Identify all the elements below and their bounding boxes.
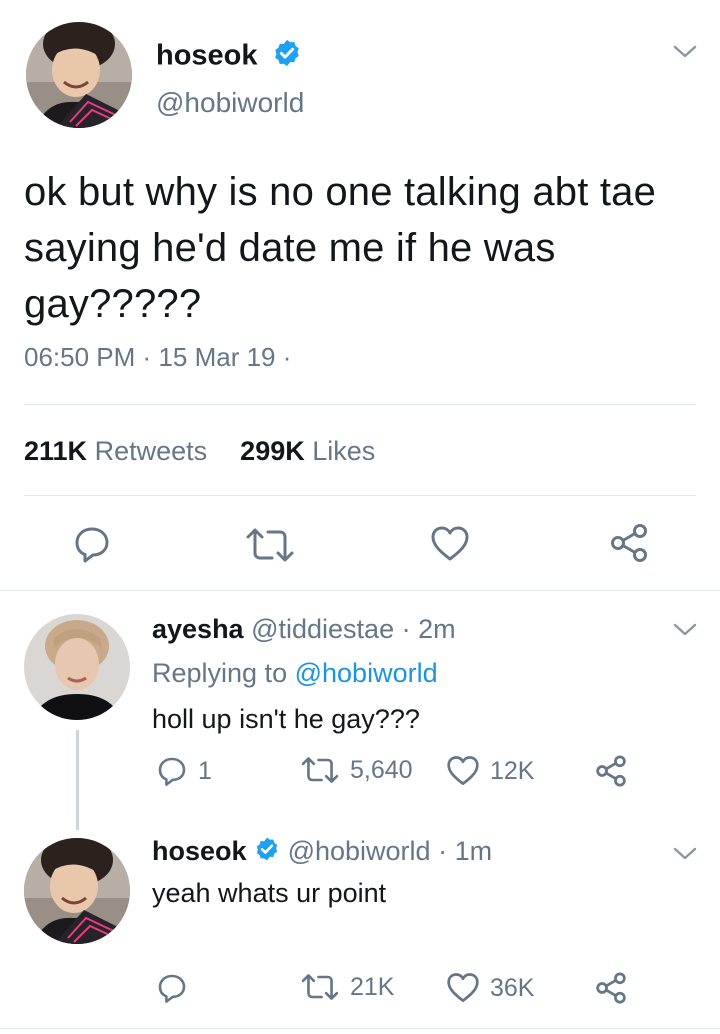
retweet-icon[interactable] — [244, 527, 296, 563]
replying-to-label: Replying to — [152, 658, 288, 688]
avatar-ayesha[interactable] — [24, 614, 130, 720]
avatar-hoseok[interactable] — [26, 22, 132, 128]
author-name-text[interactable]: hoseok — [156, 40, 258, 72]
chevron-down-icon[interactable] — [672, 846, 698, 862]
retweet-icon — [301, 757, 339, 783]
reply-icon — [158, 974, 186, 1003]
verified-icon — [272, 38, 302, 76]
divider — [24, 495, 696, 496]
retweet-action[interactable]: 5,640 — [300, 755, 413, 785]
reply-author-handle[interactable]: @tiddiestae — [251, 614, 394, 644]
divider — [24, 404, 696, 405]
chevron-down-icon[interactable] — [672, 622, 698, 638]
reply-age[interactable]: 1m — [455, 836, 493, 866]
reply-text: holl up isn't he gay??? — [152, 704, 420, 734]
replying-to: Replying to @hobiworld — [152, 656, 438, 690]
likes-label: Likes — [312, 436, 376, 466]
retweet-count: 5,640 — [350, 755, 413, 784]
like-action[interactable]: 12K — [446, 755, 534, 787]
share-icon[interactable] — [594, 754, 628, 788]
like-icon[interactable] — [430, 525, 470, 563]
replying-to-handle[interactable]: @hobiworld — [295, 658, 438, 688]
reply-author-name[interactable]: ayesha — [152, 614, 244, 644]
verified-icon — [254, 836, 280, 870]
like-count: 36K — [490, 973, 535, 1002]
reply-author-name[interactable]: hoseok — [152, 836, 247, 866]
tweet-stats: 211K Retweets 299K Likes — [24, 433, 375, 469]
meta-separator: · — [401, 614, 411, 644]
tweet-text: ok but why is no one talking abt tae say… — [24, 170, 657, 326]
chevron-down-icon[interactable] — [672, 44, 698, 60]
meta-separator: · — [438, 836, 448, 866]
like-icon — [447, 973, 479, 1002]
divider — [0, 1028, 720, 1029]
avatar-hoseok[interactable] — [24, 838, 130, 944]
tweet-timestamp[interactable]: 06:50 PM · 15 Mar 19 · — [24, 340, 291, 374]
reply-header: ayesha @tiddiestae · 2m — [152, 612, 456, 646]
retweet-count: 21K — [350, 972, 395, 1001]
tweet-time: 06:50 PM — [24, 342, 136, 372]
retweets-label: Retweets — [94, 436, 208, 466]
likes-stat[interactable]: 299K Likes — [240, 436, 375, 466]
meta-separator: · — [142, 342, 152, 372]
like-action[interactable]: 36K — [446, 972, 534, 1004]
retweet-icon — [301, 974, 339, 1000]
likes-count: 299K — [240, 436, 305, 466]
reply-action[interactable]: 1 — [156, 755, 212, 787]
reply-icon — [158, 757, 186, 786]
like-count: 12K — [490, 756, 535, 785]
share-icon[interactable] — [594, 971, 628, 1005]
retweet-action[interactable]: 21K — [300, 972, 394, 1002]
retweets-count: 211K — [24, 436, 88, 466]
reply-action[interactable] — [156, 972, 198, 1004]
author-handle[interactable]: @hobiworld — [156, 86, 304, 120]
reply-icon[interactable] — [72, 524, 112, 564]
reply-author-handle[interactable]: @hobiworld — [288, 836, 431, 866]
meta-separator: · — [282, 342, 292, 372]
reply-text: yeah whats ur point — [152, 878, 387, 908]
reply-age[interactable]: 2m — [418, 614, 456, 644]
share-icon[interactable] — [608, 522, 650, 564]
reply-count: 1 — [198, 756, 212, 785]
tweet-date: 15 Mar 19 — [158, 342, 276, 372]
divider — [0, 590, 720, 591]
like-icon — [447, 756, 479, 785]
thread-connector-line — [76, 730, 79, 830]
author-name[interactable]: hoseok — [156, 38, 302, 76]
reply-header: hoseok @hobiworld · 1m — [152, 834, 492, 870]
retweets-stat[interactable]: 211K Retweets — [24, 436, 207, 466]
